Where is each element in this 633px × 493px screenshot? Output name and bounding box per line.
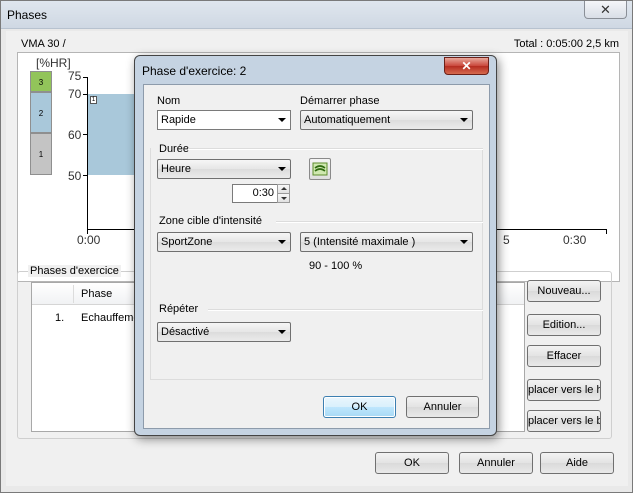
zone-type-select[interactable]: SportZone bbox=[157, 232, 291, 252]
list-item-name[interactable]: Echauffeme bbox=[81, 312, 140, 324]
x-tick-label: 5 bbox=[503, 233, 510, 247]
help-button[interactable]: Aide bbox=[540, 452, 614, 474]
phase-marker: 1 bbox=[90, 96, 97, 104]
chevron-down-icon bbox=[278, 240, 286, 244]
y-tick-label: 75 bbox=[68, 69, 82, 83]
dialog-body: Nom Rapide Démarrer phase Automatiquemen… bbox=[143, 84, 490, 429]
spin-down-button[interactable] bbox=[277, 193, 290, 203]
zone-range-label: 90 - 100 % bbox=[309, 260, 363, 272]
dialog-cancel-button[interactable]: Annuler bbox=[406, 396, 479, 418]
chevron-down-icon bbox=[278, 118, 286, 122]
column-header-phase[interactable]: Phase bbox=[81, 288, 112, 300]
duree-type-value: Heure bbox=[161, 163, 191, 175]
vma-label: VMA 30 / bbox=[21, 38, 66, 50]
dialog-close-button[interactable]: ✕ bbox=[444, 57, 489, 75]
duree-type-select[interactable]: Heure bbox=[157, 159, 291, 179]
zone-label: Zone cible d'intensité bbox=[159, 215, 265, 227]
chevron-down-icon bbox=[278, 330, 286, 334]
dialog-ok-button[interactable]: OK bbox=[323, 396, 396, 418]
duree-input[interactable]: 0:30 bbox=[232, 184, 278, 203]
nom-combo[interactable]: Rapide bbox=[157, 110, 291, 130]
phases-group-label: Phases d'exercice bbox=[28, 265, 121, 277]
duree-label: Durée bbox=[159, 143, 192, 155]
nom-value: Rapide bbox=[161, 114, 196, 126]
ok-button[interactable]: OK bbox=[375, 452, 449, 474]
zone-type-value: SportZone bbox=[161, 236, 213, 248]
demarrer-label: Démarrer phase bbox=[300, 95, 380, 107]
dialog-title: Phase d'exercice: 2 bbox=[142, 64, 247, 78]
move-down-button[interactable]: placer vers le b bbox=[527, 410, 601, 432]
nom-label: Nom bbox=[157, 95, 181, 107]
x-tick-label: 0:30 bbox=[563, 233, 587, 247]
close-icon: ✕ bbox=[600, 2, 611, 17]
edition-button[interactable]: Edition... bbox=[527, 314, 601, 336]
zone-intensity-select[interactable]: 5 (Intensité maximale ) bbox=[300, 232, 473, 252]
window-title: Phases bbox=[7, 8, 48, 22]
close-icon: ✕ bbox=[461, 59, 472, 73]
demarrer-value: Automatiquement bbox=[304, 114, 391, 126]
zone-intensity-value: 5 (Intensité maximale ) bbox=[304, 236, 416, 248]
chevron-down-icon bbox=[278, 167, 286, 171]
y-axis bbox=[87, 77, 88, 230]
x-tick-label: 0:00 bbox=[77, 233, 101, 247]
total-label: Total : 0:05:00 2,5 km bbox=[513, 38, 619, 50]
zone-2-swatch: 2 bbox=[30, 92, 52, 133]
chevron-down-icon bbox=[460, 118, 468, 122]
zone-3-swatch: 3 bbox=[30, 71, 52, 92]
window-titlebar: Phases ✕ bbox=[1, 1, 632, 29]
repeter-select[interactable]: Désactivé bbox=[157, 322, 291, 342]
repeter-value: Désactivé bbox=[161, 326, 210, 338]
effacer-button[interactable]: Effacer bbox=[527, 345, 601, 367]
cancel-button[interactable]: Annuler bbox=[459, 452, 533, 474]
duree-spinner[interactable]: 0:30 bbox=[232, 184, 290, 203]
move-up-button[interactable]: placer vers le h bbox=[527, 379, 601, 401]
y-tick-label: 60 bbox=[68, 128, 82, 142]
demarrer-select[interactable]: Automatiquement bbox=[300, 110, 473, 130]
arrow-up-icon bbox=[281, 187, 287, 190]
convert-button[interactable] bbox=[309, 158, 331, 180]
zone-1-swatch: 1 bbox=[30, 133, 52, 175]
convert-icon bbox=[312, 162, 328, 176]
repeter-label: Répéter bbox=[159, 303, 202, 315]
x-tick bbox=[606, 229, 607, 234]
y-tick-label: 50 bbox=[68, 169, 82, 183]
nouveau-button[interactable]: Nouveau... bbox=[527, 280, 601, 302]
y-tick-label: 70 bbox=[68, 87, 82, 101]
arrow-down-icon bbox=[281, 197, 287, 200]
chevron-down-icon bbox=[460, 240, 468, 244]
list-item-number[interactable]: 1. bbox=[55, 312, 64, 324]
window-close-button[interactable]: ✕ bbox=[584, 1, 627, 19]
phase-dialog: Phase d'exercice: 2 ✕ Nom Rapide Démarre… bbox=[134, 55, 497, 436]
y-unit-label: [%HR] bbox=[36, 56, 71, 70]
dialog-titlebar: Phase d'exercice: 2 ✕ bbox=[135, 56, 496, 84]
